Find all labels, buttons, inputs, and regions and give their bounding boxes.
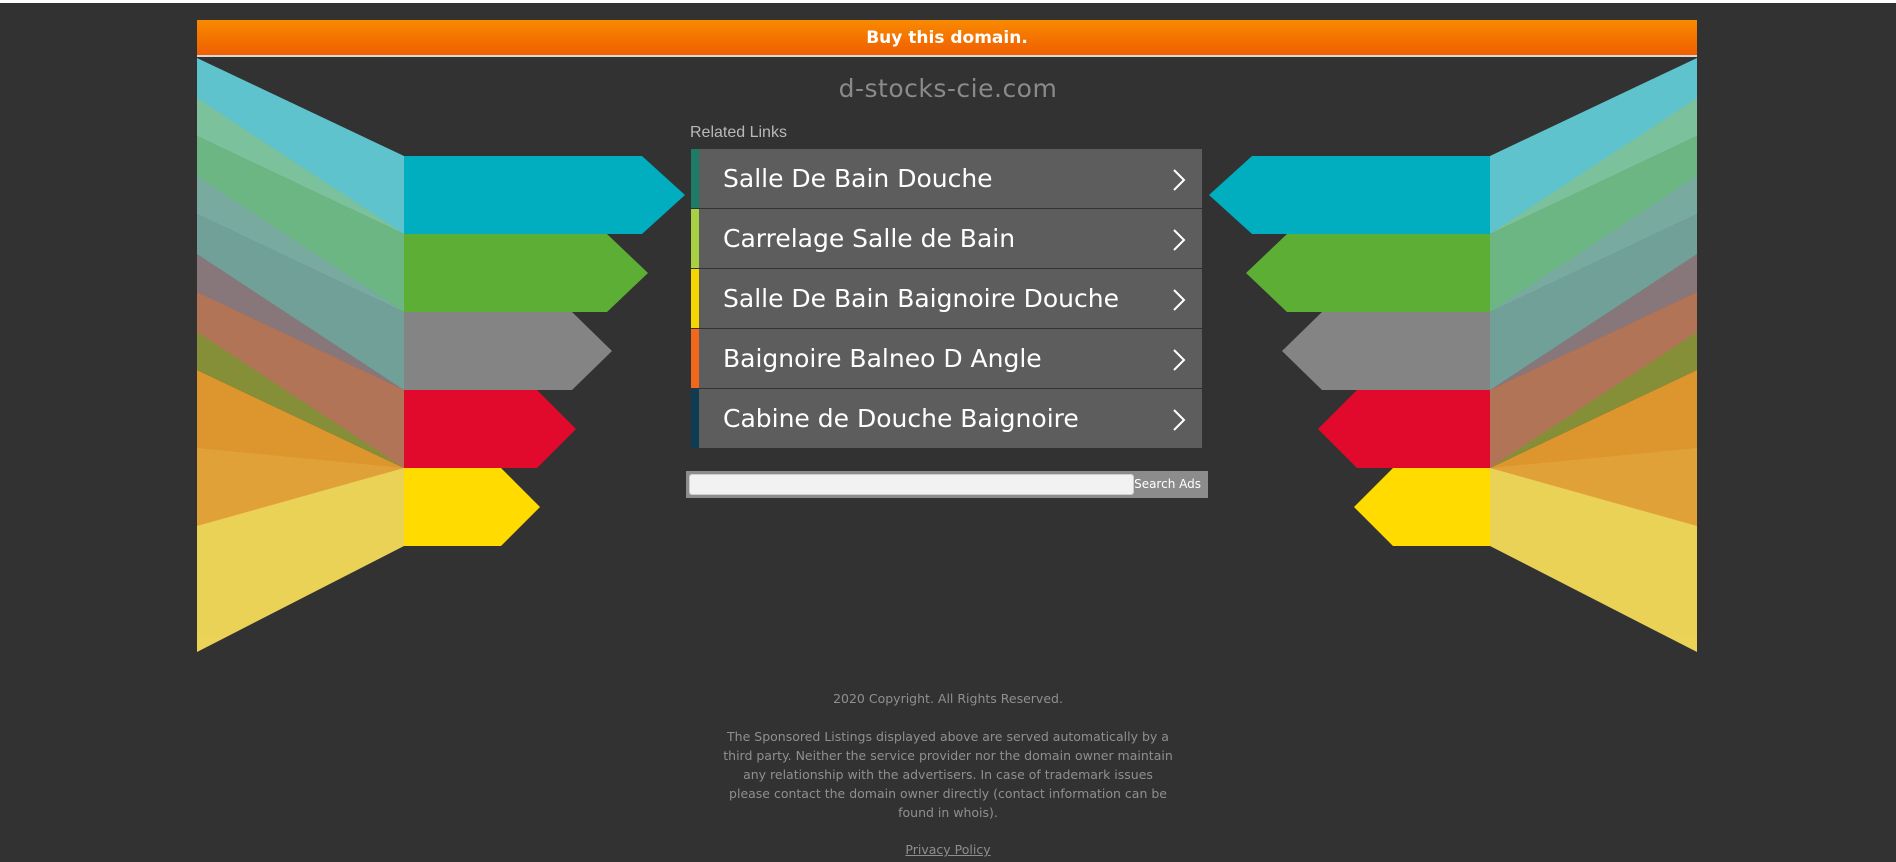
link-accent-bar	[691, 389, 699, 448]
search-ads-button[interactable]: Search Ads	[1132, 471, 1203, 498]
top-border	[0, 0, 1896, 3]
chevron-right-icon	[1173, 349, 1186, 371]
related-links-list: Salle De Bain Douche Carrelage Salle de …	[691, 149, 1202, 449]
right-arrow-red	[1318, 390, 1490, 468]
related-link-label: Carrelage Salle de Bain	[723, 224, 1016, 253]
chevron-right-icon	[1173, 409, 1186, 431]
chevron-right-icon	[1173, 289, 1186, 311]
search-ads-input[interactable]	[689, 474, 1134, 495]
related-link-label: Cabine de Douche Baignoire	[723, 404, 1079, 433]
right-arrow-blue	[1209, 156, 1490, 234]
right-arrows-decoration	[1209, 58, 1697, 652]
right-arrow-green	[1246, 234, 1490, 312]
chevron-right-icon	[1173, 229, 1186, 251]
related-link-label: Salle De Bain Douche	[723, 164, 993, 193]
right-arrow-gray	[1282, 312, 1490, 390]
copyright-text: 2020 Copyright. All Rights Reserved.	[833, 691, 1063, 706]
left-arrow-green	[404, 234, 648, 312]
left-arrow-blue	[404, 156, 685, 234]
related-link-4[interactable]: Baignoire Balneo D Angle	[691, 329, 1202, 388]
left-arrow-yellow	[404, 468, 540, 546]
link-accent-bar	[691, 209, 699, 268]
left-arrows-decoration	[197, 58, 685, 652]
right-arrow-yellow	[1354, 468, 1490, 546]
buy-domain-banner[interactable]: Buy this domain.	[197, 20, 1697, 55]
related-links-heading: Related Links	[690, 124, 787, 141]
chevron-right-icon	[1173, 169, 1186, 191]
related-link-5[interactable]: Cabine de Douche Baignoire	[691, 389, 1202, 448]
related-link-3[interactable]: Salle De Bain Baignoire Douche	[691, 269, 1202, 328]
related-link-2[interactable]: Carrelage Salle de Bain	[691, 209, 1202, 268]
link-accent-bar	[691, 329, 699, 388]
domain-title: d-stocks-cie.com	[838, 74, 1058, 103]
related-link-1[interactable]: Salle De Bain Douche	[691, 149, 1202, 208]
link-accent-bar	[691, 149, 699, 208]
link-accent-bar	[691, 269, 699, 328]
privacy-policy-link[interactable]: Privacy Policy	[0, 842, 1896, 857]
left-arrow-gray	[404, 312, 612, 390]
left-arrow-red	[404, 390, 576, 468]
disclaimer-text: The Sponsored Listings displayed above a…	[723, 729, 1173, 820]
sponsored-disclaimer: The Sponsored Listings displayed above a…	[0, 727, 1896, 822]
related-link-label: Salle De Bain Baignoire Douche	[723, 284, 1119, 313]
banner-divider	[197, 55, 1697, 57]
related-link-label: Baignoire Balneo D Angle	[723, 344, 1042, 373]
search-ads-bar: Search Ads	[686, 471, 1208, 498]
